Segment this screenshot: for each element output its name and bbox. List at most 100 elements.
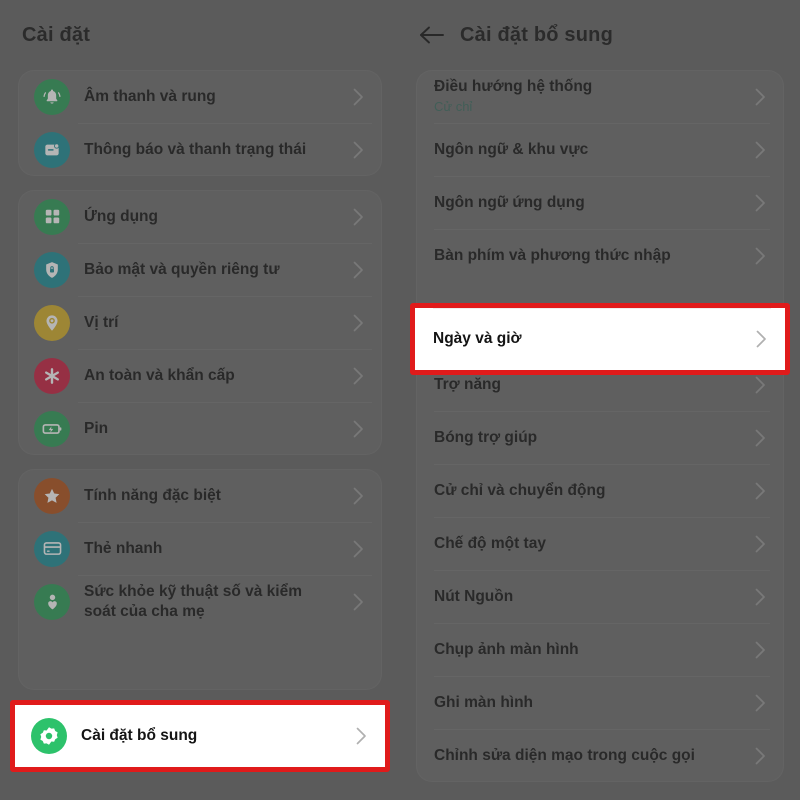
chevron-right-icon — [350, 540, 366, 558]
shield-lock-icon — [34, 251, 70, 288]
list-item-screen-recorder[interactable]: Ghi màn hình — [416, 676, 784, 729]
row-texts: Điều hướng hệ thống Cử chỉ — [432, 77, 738, 116]
sidebar-item-label: Sức khỏe kỹ thuật số và kiểm soát của ch… — [84, 582, 302, 620]
sidebar-item-label: Thẻ nhanh — [84, 539, 163, 557]
emergency-asterisk-icon — [34, 357, 70, 394]
settings-group-3: Tính năng đặc biệt Thẻ nhanh Sức khỏe kỹ… — [18, 469, 382, 690]
row-texts: Bảo mật và quyền riêng tư — [84, 260, 336, 280]
list-item-system-navigation[interactable]: Điều hướng hệ thống Cử chỉ — [416, 70, 784, 123]
apps-grid-icon — [34, 198, 70, 235]
chevron-right-icon — [350, 88, 366, 106]
list-item-screenshot[interactable]: Chụp ảnh màn hình — [416, 623, 784, 676]
additional-settings-group-2: Trợ năng Bóng trợ giúp Cử chỉ và chuyển … — [416, 358, 784, 782]
left-settings-panel: Cài đặt Âm thanh và rung Thông báo và th… — [0, 0, 400, 800]
sidebar-item-location[interactable]: Vị trí — [18, 296, 382, 349]
location-pin-icon — [34, 304, 70, 341]
chevron-right-icon — [752, 88, 768, 106]
list-item-in-call-appearance[interactable]: Chỉnh sửa diện mạo trong cuộc gọi — [416, 729, 784, 782]
chevron-right-icon — [350, 487, 366, 505]
sidebar-item-notifications-statusbar[interactable]: Thông báo và thanh trạng thái — [18, 123, 382, 176]
row-texts: Ứng dụng — [84, 207, 336, 227]
sidebar-item-label: An toàn và khẩn cấp — [84, 366, 235, 384]
sidebar-item-quick-cards[interactable]: Thẻ nhanh — [18, 522, 382, 575]
page-title: Cài đặt bổ sung — [460, 23, 613, 46]
chevron-right-icon — [752, 641, 768, 659]
list-item-app-language[interactable]: Ngôn ngữ ứng dụng — [416, 176, 784, 229]
row-texts: Cài đặt bổ sung — [81, 726, 339, 746]
chevron-right-icon — [752, 194, 768, 212]
row-texts: Ngôn ngữ ứng dụng — [432, 193, 738, 213]
list-item-label: Ngày và giờ — [433, 330, 522, 348]
chevron-right-icon — [350, 367, 366, 385]
list-item-label: Ghi màn hình — [434, 693, 534, 711]
list-item-label: Chụp ảnh màn hình — [434, 640, 579, 658]
list-item-assistive-ball[interactable]: Bóng trợ giúp — [416, 411, 784, 464]
chevron-right-icon — [353, 727, 369, 745]
row-texts: Sức khỏe kỹ thuật số và kiểm soát của ch… — [84, 582, 336, 622]
sidebar-item-additional-settings[interactable]: Cài đặt bổ sung — [15, 705, 385, 767]
battery-icon — [34, 410, 70, 447]
list-item-language-region[interactable]: Ngôn ngữ & khu vực — [416, 123, 784, 176]
list-item-keyboard-input[interactable]: Bàn phím và phương thức nhập — [416, 229, 784, 282]
sidebar-item-safety-emergency[interactable]: An toàn và khẩn cấp — [18, 349, 382, 402]
page-title: Cài đặt — [22, 23, 91, 46]
sidebar-item-sound-vibration[interactable]: Âm thanh và rung — [18, 70, 382, 123]
gear-icon — [31, 718, 67, 754]
settings-group-2: Ứng dụng Bảo mật và quyền riêng tư Vị tr… — [18, 190, 382, 455]
chevron-right-icon — [350, 314, 366, 332]
sidebar-item-label: Bảo mật và quyền riêng tư — [84, 260, 280, 278]
row-texts: An toàn và khẩn cấp — [84, 366, 336, 386]
row-texts: Trợ năng — [432, 375, 738, 395]
chevron-right-icon — [752, 429, 768, 447]
chevron-right-icon — [350, 593, 366, 611]
row-texts: Thông báo và thanh trạng thái — [84, 140, 336, 160]
list-item-label: Chế độ một tay — [434, 534, 546, 552]
highlight-box-date-time: Ngày và giờ — [410, 303, 790, 375]
row-texts: Ghi màn hình — [432, 693, 738, 713]
row-texts: Chỉnh sửa diện mạo trong cuộc gọi — [432, 746, 738, 766]
sidebar-item-label: Âm thanh và rung — [84, 87, 216, 105]
sidebar-item-label: Pin — [84, 419, 109, 437]
sidebar-item-special-features[interactable]: Tính năng đặc biệt — [18, 469, 382, 522]
right-panel-header: Cài đặt bổ sung — [400, 0, 800, 70]
list-item-gestures-motion[interactable]: Cử chỉ và chuyển động — [416, 464, 784, 517]
sidebar-item-security-privacy[interactable]: Bảo mật và quyền riêng tư — [18, 243, 382, 296]
person-heart-icon — [34, 583, 70, 620]
chevron-right-icon — [752, 747, 768, 765]
bell-icon — [34, 78, 70, 115]
row-texts: Thẻ nhanh — [84, 539, 336, 559]
list-item-label: Nút Nguồn — [434, 587, 514, 605]
back-arrow-icon[interactable] — [418, 21, 446, 49]
list-item-power-button[interactable]: Nút Nguồn — [416, 570, 784, 623]
chevron-right-icon — [752, 588, 768, 606]
chevron-right-icon — [752, 535, 768, 553]
chevron-right-icon — [350, 141, 366, 159]
sidebar-item-battery[interactable]: Pin — [18, 402, 382, 455]
chevron-right-icon — [752, 694, 768, 712]
list-item-one-handed-mode[interactable]: Chế độ một tay — [416, 517, 784, 570]
notification-icon — [34, 131, 70, 168]
row-texts: Pin — [84, 419, 336, 439]
row-texts: Chụp ảnh màn hình — [432, 640, 738, 660]
settings-group-1: Âm thanh và rung Thông báo và thanh trạn… — [18, 70, 382, 176]
row-texts: Ngày và giờ — [433, 329, 739, 349]
star-icon — [34, 477, 70, 514]
row-texts: Âm thanh và rung — [84, 87, 336, 107]
list-item-subtitle: Cử chỉ — [434, 98, 473, 114]
row-texts: Tính năng đặc biệt — [84, 486, 336, 506]
sidebar-item-apps[interactable]: Ứng dụng — [18, 190, 382, 243]
settings-screenshot: Cài đặt Âm thanh và rung Thông báo và th… — [0, 0, 800, 800]
chevron-right-icon — [752, 376, 768, 394]
list-item-label: Bàn phím và phương thức nhập — [434, 246, 671, 264]
sidebar-item-digital-wellbeing[interactable]: Sức khỏe kỹ thuật số và kiểm soát của ch… — [18, 575, 382, 628]
list-item-label: Bóng trợ giúp — [434, 428, 538, 446]
sidebar-item-label: Tính năng đặc biệt — [84, 486, 221, 504]
row-texts: Bóng trợ giúp — [432, 428, 738, 448]
row-texts: Cử chỉ và chuyển động — [432, 481, 738, 501]
list-item-label: Ngôn ngữ ứng dụng — [434, 193, 585, 211]
list-item-label: Điều hướng hệ thống — [434, 78, 593, 96]
list-item-date-time[interactable]: Ngày và giờ — [415, 308, 785, 370]
chevron-right-icon — [752, 482, 768, 500]
right-settings-panel: Cài đặt bổ sung Điều hướng hệ thống Cử c… — [400, 0, 800, 800]
sidebar-item-label: Thông báo và thanh trạng thái — [84, 140, 307, 158]
